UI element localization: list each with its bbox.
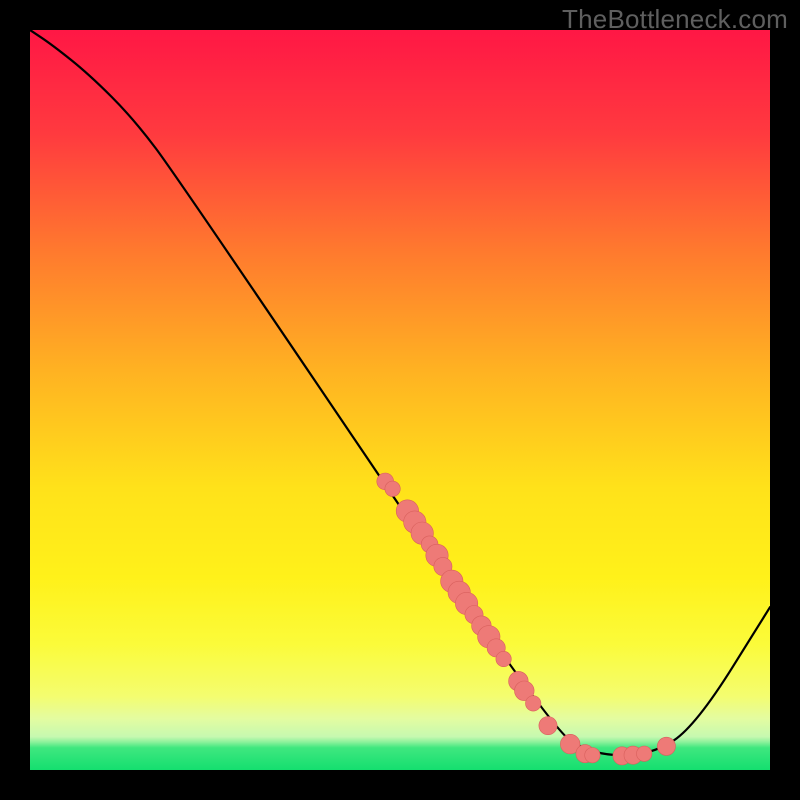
chart-plot bbox=[30, 30, 770, 770]
data-point bbox=[637, 746, 652, 761]
data-point bbox=[657, 737, 675, 755]
chart-svg bbox=[30, 30, 770, 770]
data-point bbox=[526, 696, 541, 711]
chart-frame: TheBottleneck.com bbox=[0, 0, 800, 800]
data-point bbox=[385, 481, 400, 496]
data-point bbox=[496, 651, 511, 666]
gradient-bg bbox=[30, 30, 770, 770]
data-point bbox=[585, 748, 600, 763]
data-point bbox=[539, 717, 557, 735]
